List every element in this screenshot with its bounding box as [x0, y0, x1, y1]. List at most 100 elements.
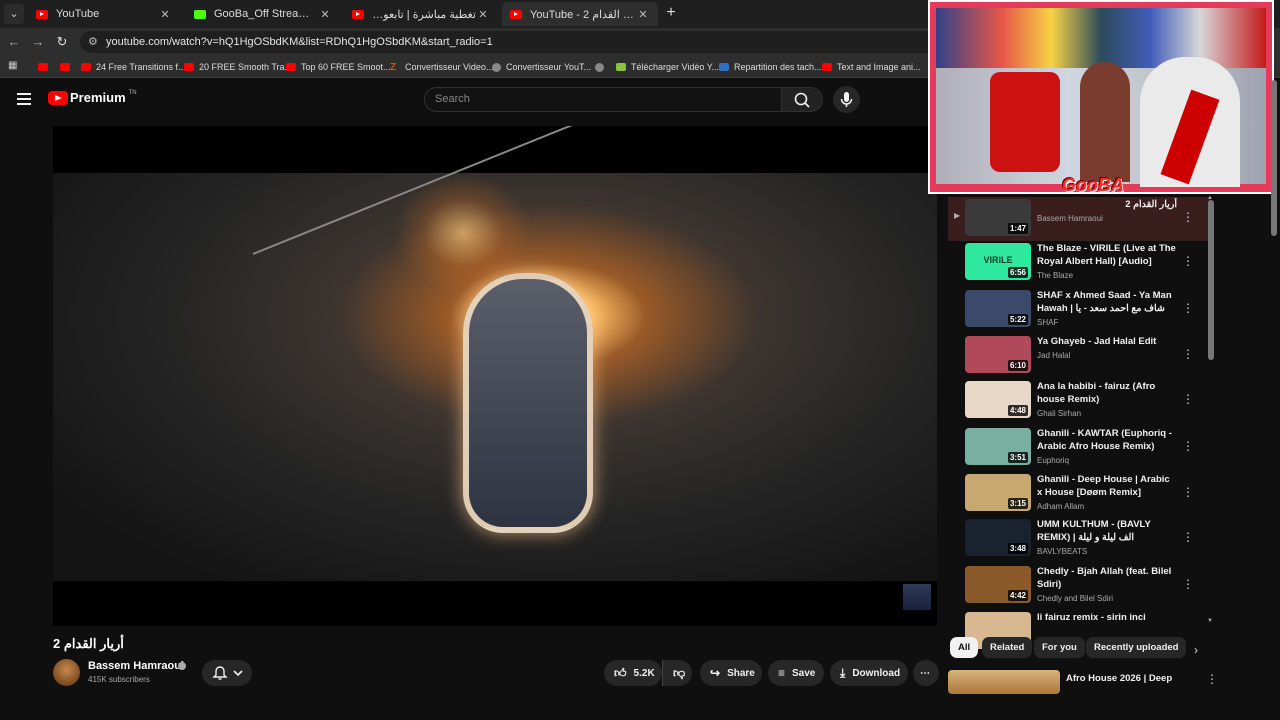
browser-tab-youtube[interactable]: YouTube ✕: [28, 2, 180, 26]
playlist-item-title[interactable]: Ana la habibi - fairuz (Afro house Remix…: [1037, 380, 1177, 406]
playlist-item[interactable]: 3:15 Ghanili - Deep House | Arabic x Hous…: [948, 472, 1210, 516]
chip-all[interactable]: All: [950, 637, 979, 658]
playlist-scrollbar[interactable]: [1208, 200, 1214, 360]
browser-tab-news[interactable]: تغطية مباشرة | تابعوا التطورات ال... ✕: [344, 2, 498, 26]
playlist-thumbnail[interactable]: 6:10: [965, 336, 1031, 373]
playlist-item-title[interactable]: The Blaze - VIRILE (Live at The Royal Al…: [1037, 242, 1177, 268]
recommendation-item[interactable]: Afro House 2026 | Deep ⋮: [948, 670, 1218, 694]
playlist-item-title[interactable]: أريار القدام 2: [1037, 198, 1177, 211]
chip-recently-uploaded[interactable]: Recently uploaded: [1086, 637, 1187, 658]
bookmark-item[interactable]: 20 FREE Smooth Tra...: [184, 59, 292, 75]
bookmark-item[interactable]: Z Convertisseur Video...: [390, 59, 493, 75]
close-icon[interactable]: ✕: [318, 8, 332, 21]
playlist-thumbnail[interactable]: 5:22: [965, 290, 1031, 327]
back-icon[interactable]: ←: [4, 32, 24, 52]
now-playing-icon: ▶: [954, 211, 961, 220]
more-vertical-icon[interactable]: ⋮: [1182, 438, 1194, 454]
playlist-item-title[interactable]: UMM KULTHUM - (BAVLY REMIX) | الف ليلة و…: [1037, 518, 1177, 544]
youtube-logo-icon[interactable]: [48, 91, 68, 105]
channel-name[interactable]: Bassem Hamraoui: [88, 660, 184, 672]
reload-icon[interactable]: ↻: [52, 32, 72, 52]
playlist-item[interactable]: VIRILE 6:56 The Blaze - VIRILE (Live at Th…: [948, 241, 1210, 285]
bookmark-label: Convertisseur YouT...: [506, 62, 592, 72]
playlist-item-title[interactable]: SHAF x Ahmed Saad - Ya Man Hawah | شاف م…: [1037, 289, 1177, 316]
playlist-item-title[interactable]: Ghanili - KAWTAR (Euphoriq - Arabic Afro…: [1037, 427, 1177, 453]
bookmark-item[interactable]: Text and Image ani...: [822, 59, 921, 75]
dislike-button[interactable]: 👎︎: [662, 660, 692, 686]
duration-badge: 1:47: [1007, 223, 1028, 234]
playlist-item[interactable]: 4:48 Ana la habibi - fairuz (Afro house R…: [948, 379, 1210, 423]
video-player[interactable]: [53, 126, 937, 626]
playlist-thumbnail[interactable]: 3:15: [965, 474, 1031, 511]
bookmark-item[interactable]: Top 60 FREE Smoot...: [286, 59, 391, 75]
more-vertical-icon[interactable]: ⋮: [1182, 209, 1194, 225]
menu-icon[interactable]: [17, 93, 31, 105]
chip-for-you[interactable]: For you: [1034, 637, 1085, 658]
more-vertical-icon[interactable]: ⋮: [1182, 253, 1194, 269]
playlist-item[interactable]: ▶ 1:47 أريار القدام 2 Bassem Hamraoui ⋮: [948, 197, 1210, 241]
new-tab-icon[interactable]: +: [662, 4, 680, 22]
save-button[interactable]: ≡ Save: [768, 660, 824, 686]
browser-tab-kick[interactable]: GooBa_Off Stream - Watch Live ✕: [186, 2, 340, 26]
share-button[interactable]: ↪ Share: [700, 660, 762, 686]
converter-z-icon: Z: [390, 61, 397, 73]
video-frame: [53, 126, 937, 581]
subscription-bell-button[interactable]: [202, 660, 252, 686]
close-icon[interactable]: ✕: [158, 8, 172, 21]
chip-related[interactable]: Related: [982, 637, 1033, 658]
chevron-right-icon[interactable]: ›: [1194, 643, 1198, 657]
youtube-premium-logo[interactable]: Premium TN: [70, 90, 137, 105]
playlist-item-title[interactable]: li fairuz remix - sirin inci: [1037, 611, 1177, 624]
bookmark-item[interactable]: 24 Free Transitions f...: [81, 59, 186, 75]
playlist-thumbnail[interactable]: 1:47: [965, 199, 1031, 236]
bookmark-item[interactable]: [60, 59, 75, 75]
playlist-thumbnail[interactable]: 4:42: [965, 566, 1031, 603]
playlist-item[interactable]: 6:10 Ya Ghayeb - Jad Halal Edit Jad Halal ⋮: [948, 334, 1210, 378]
playlist-thumbnail[interactable]: 3:48: [965, 519, 1031, 556]
more-vertical-icon[interactable]: ⋮: [1182, 391, 1194, 407]
page-scrollbar[interactable]: [1271, 80, 1277, 236]
more-actions-button[interactable]: ⋯: [913, 660, 939, 686]
playlist-item[interactable]: 3:48 UMM KULTHUM - (BAVLY REMIX) | الف لي…: [948, 517, 1210, 561]
video-burning-object: [463, 273, 593, 533]
channel-watermark[interactable]: [903, 584, 931, 610]
bookmark-item[interactable]: [595, 59, 609, 75]
url-field[interactable]: ⚙ youtube.com/watch?v=hQ1HgOSbdKM&list=R…: [80, 31, 940, 53]
more-vertical-icon[interactable]: ⋮: [1182, 576, 1194, 592]
more-vertical-icon[interactable]: ⋮: [1206, 672, 1218, 686]
bookmark-item[interactable]: Convertisseur YouT...: [492, 59, 591, 75]
playlist-item-title[interactable]: Ya Ghayeb - Jad Halal Edit: [1037, 335, 1177, 348]
avatar[interactable]: [53, 659, 80, 686]
recommendation-title[interactable]: Afro House 2026 | Deep: [1066, 672, 1176, 685]
scroll-down-icon[interactable]: ▼: [1207, 618, 1213, 624]
close-icon[interactable]: ✕: [636, 8, 650, 21]
apps-grid-icon[interactable]: ▦: [8, 61, 18, 71]
playlist-thumbnail[interactable]: 4:48: [965, 381, 1031, 418]
more-vertical-icon[interactable]: ⋮: [1182, 529, 1194, 545]
bookmark-item[interactable]: Repartition des tach...: [719, 59, 822, 75]
playlist-item-title[interactable]: Ghanili - Deep House | Arabic x House [D…: [1037, 473, 1177, 499]
more-vertical-icon[interactable]: ⋮: [1182, 346, 1194, 362]
browser-tab-active[interactable]: YouTube - 2 أريار القدام ✕: [502, 2, 658, 26]
tab-search-chevron-icon[interactable]: ⌄: [4, 4, 24, 24]
playlist-item[interactable]: 3:51 Ghanili - KAWTAR (Euphoriq - Arabic …: [948, 426, 1210, 470]
bookmark-label: Convertisseur Video...: [405, 62, 494, 72]
playlist-thumbnail[interactable]: VIRILE 6:56: [965, 243, 1031, 280]
download-button[interactable]: ⤓ Download: [830, 660, 908, 686]
playlist-item[interactable]: 4:42 Chedly - Bjah Allah (feat. Bilel Sdi…: [948, 564, 1210, 608]
site-info-icon[interactable]: ⚙: [88, 31, 98, 53]
more-vertical-icon[interactable]: ⋮: [1182, 484, 1194, 500]
voice-search-button[interactable]: [833, 86, 860, 113]
forward-icon[interactable]: →: [28, 32, 48, 52]
playlist-item-title[interactable]: Chedly - Bjah Allah (feat. Bilel Sdiri): [1037, 565, 1177, 591]
more-vertical-icon[interactable]: ⋮: [1182, 300, 1194, 316]
like-button[interactable]: 👍︎ 5.2K: [604, 660, 662, 686]
search-button[interactable]: [781, 87, 823, 112]
close-icon[interactable]: ✕: [476, 8, 490, 21]
playlist-thumbnail[interactable]: 3:51: [965, 428, 1031, 465]
bookmark-item[interactable]: [38, 59, 53, 75]
bookmark-item[interactable]: Télécharger Vidéo Y...: [616, 59, 719, 75]
search-input[interactable]: Search: [424, 87, 782, 112]
recommendation-thumbnail[interactable]: [948, 670, 1060, 694]
playlist-item[interactable]: 5:22 SHAF x Ahmed Saad - Ya Man Hawah | ش…: [948, 288, 1210, 332]
